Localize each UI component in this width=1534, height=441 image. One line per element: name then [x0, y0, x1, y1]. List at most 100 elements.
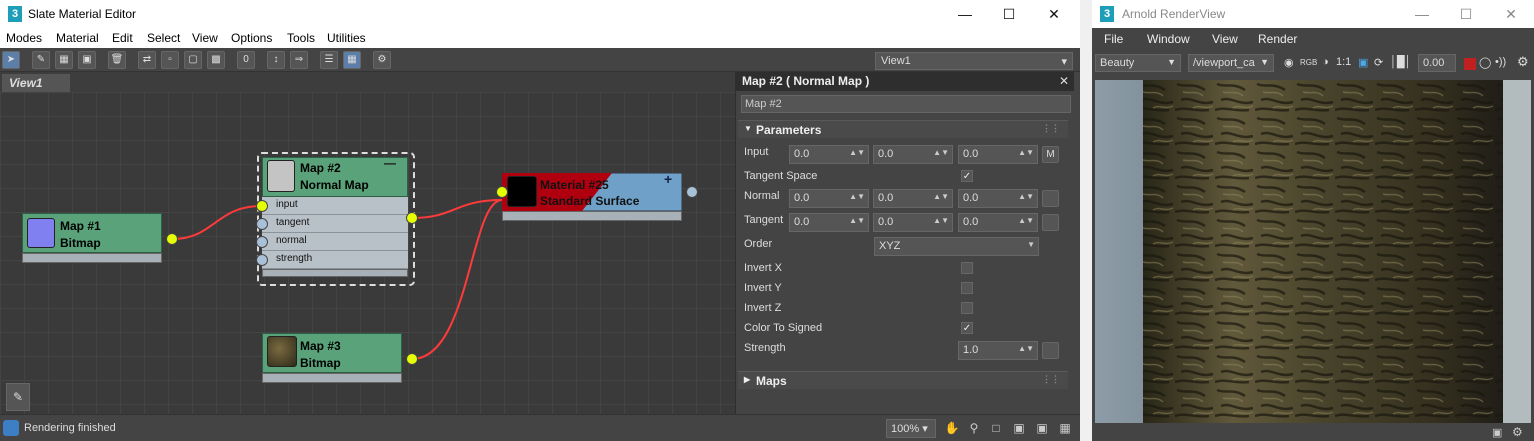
gear-icon[interactable]: ⚙: [1517, 54, 1529, 70]
close-icon[interactable]: ✕: [1046, 6, 1062, 22]
arnold-menu-render[interactable]: Render: [1258, 32, 1297, 46]
map2-input-port[interactable]: [256, 200, 268, 212]
maximize-icon[interactable]: ☐: [1458, 6, 1474, 22]
pan-hand-icon[interactable]: ✋: [944, 420, 960, 436]
settings-gear-icon[interactable]: ⚙: [1512, 425, 1523, 439]
zoom-magnifier-icon[interactable]: ⚲: [966, 420, 982, 436]
node-map3[interactable]: Map #3 Bitmap: [262, 333, 418, 385]
input-y-spinner[interactable]: 0.0 ▲▼: [873, 145, 953, 164]
assign-material-icon[interactable]: ▣: [78, 51, 96, 69]
normal-y-spinner[interactable]: 0.0 ▲▼: [873, 189, 953, 208]
aov-dropdown[interactable]: Beauty ▼: [1095, 54, 1181, 72]
pick-object-icon[interactable]: ⚙: [373, 51, 391, 69]
display-icon[interactable]: ◑: [1322, 56, 1329, 68]
zoom-region-icon[interactable]: □: [988, 420, 1004, 436]
input-z-spinner[interactable]: 0.0 ▲▼: [958, 145, 1038, 164]
node-map1[interactable]: Map #1 Bitmap: [22, 213, 178, 265]
eyedropper-icon[interactable]: ✎: [32, 51, 50, 69]
render-settings-icon[interactable]: ◉: [1284, 56, 1294, 69]
camera-dropdown[interactable]: /viewport_ca ▼: [1188, 54, 1274, 72]
region-icon[interactable]: ▣: [1358, 56, 1368, 69]
node-material25[interactable]: Material #25 Standard Surface +: [496, 171, 698, 225]
menu-edit[interactable]: Edit: [112, 31, 133, 45]
render-icon[interactable]: ◯: [1479, 56, 1491, 69]
maximize-view-icon[interactable]: ▦: [1057, 420, 1073, 436]
collapse-icon[interactable]: —: [384, 156, 396, 170]
material-output-port[interactable]: [686, 186, 698, 198]
node-map2[interactable]: Map #2 Normal Map — input tangent normal…: [256, 156, 418, 282]
map1-output-port[interactable]: [166, 233, 178, 245]
material-input-port[interactable]: [496, 186, 508, 198]
ipr-icon[interactable]: •)): [1495, 56, 1506, 68]
strength-map-button[interactable]: [1042, 342, 1059, 359]
tangent-y-spinner[interactable]: 0.0 ▲▼: [873, 213, 953, 232]
exposure-slider-icon[interactable]: │█│: [1390, 56, 1412, 68]
zoom-dropdown[interactable]: 100% ▾: [886, 419, 936, 438]
select-arrow-icon[interactable]: ➤: [2, 51, 20, 69]
exposure-field[interactable]: 0.00: [1418, 54, 1456, 72]
close-icon[interactable]: ✕: [1503, 6, 1519, 22]
menu-options[interactable]: Options: [231, 31, 272, 45]
tab-view1[interactable]: View1: [2, 74, 70, 92]
map2-strength-port[interactable]: [256, 254, 268, 266]
arnold-menu-window[interactable]: Window: [1147, 32, 1190, 46]
node-view-canvas[interactable]: Map #1 Bitmap Map #2 Normal Map — input …: [0, 92, 735, 414]
refresh-icon[interactable]: ⟳: [1374, 56, 1383, 69]
background-icon[interactable]: ▩: [207, 51, 225, 69]
tangent-map-button[interactable]: [1042, 214, 1059, 231]
layout-all-icon[interactable]: ↕: [267, 51, 285, 69]
strength-spinner[interactable]: 1.0 ▲▼: [958, 341, 1038, 360]
rgb-channels-icon[interactable]: RGB: [1300, 58, 1317, 67]
tangent-space-checkbox[interactable]: ✓: [961, 170, 973, 182]
arnold-menu-file[interactable]: File: [1104, 32, 1123, 46]
layout-children-icon[interactable]: ⇒: [290, 51, 308, 69]
normal-z-spinner[interactable]: 0.0 ▲▼: [958, 189, 1038, 208]
invert-x-checkbox[interactable]: [961, 262, 973, 274]
zoom-selected-icon[interactable]: ▣: [1034, 420, 1050, 436]
maps-rollout[interactable]: ▶ Maps ⋮⋮: [738, 371, 1068, 389]
minimize-icon[interactable]: —: [1414, 6, 1430, 22]
hide-unused-icon[interactable]: ▫: [161, 51, 179, 69]
invert-z-checkbox[interactable]: [961, 302, 973, 314]
map-name-field[interactable]: Map #2: [741, 95, 1071, 113]
color-to-signed-checkbox[interactable]: ✓: [961, 322, 973, 334]
move-children-icon[interactable]: ⇄: [138, 51, 156, 69]
map3-output-port[interactable]: [406, 353, 418, 365]
material-id-icon[interactable]: 0: [237, 51, 255, 69]
menu-modes[interactable]: Modes: [6, 31, 42, 45]
snapshot-icon[interactable]: ▣: [1492, 426, 1502, 439]
menu-select[interactable]: Select: [147, 31, 180, 45]
view-dropdown[interactable]: View1 ▾: [875, 52, 1073, 70]
pan-navigator-icon[interactable]: ✎: [6, 383, 30, 411]
input-x-spinner[interactable]: 0.0 ▲▼: [789, 145, 869, 164]
menu-material[interactable]: Material: [56, 31, 99, 45]
stop-render-icon[interactable]: [1464, 58, 1476, 70]
minimize-icon[interactable]: —: [957, 6, 973, 22]
order-dropdown[interactable]: XYZ ▼: [874, 237, 1039, 256]
map2-tangent-port[interactable]: [256, 218, 268, 230]
ratio-label[interactable]: 1:1: [1336, 56, 1351, 68]
close-panel-icon[interactable]: ✕: [1059, 74, 1069, 88]
menu-tools[interactable]: Tools: [287, 31, 315, 45]
tangent-x-spinner[interactable]: 0.0 ▲▼: [789, 213, 869, 232]
menu-view[interactable]: View: [192, 31, 218, 45]
render-viewport[interactable]: [1095, 80, 1531, 423]
normal-x-spinner[interactable]: 0.0 ▲▼: [789, 189, 869, 208]
expand-icon[interactable]: +: [664, 171, 672, 187]
delete-icon[interactable]: 🗑: [108, 51, 126, 69]
arnold-menu-view[interactable]: View: [1212, 32, 1238, 46]
navigator-icon[interactable]: ▦: [343, 51, 361, 69]
tangent-z-spinner[interactable]: 0.0 ▲▼: [958, 213, 1038, 232]
map2-normal-port[interactable]: [256, 236, 268, 248]
zoom-extents-icon[interactable]: ▣: [1011, 420, 1027, 436]
menu-utilities[interactable]: Utilities: [327, 31, 366, 45]
show-map-icon[interactable]: ▢: [184, 51, 202, 69]
maximize-icon[interactable]: ☐: [1001, 6, 1017, 22]
normal-map-button[interactable]: [1042, 190, 1059, 207]
input-map-button[interactable]: M: [1042, 146, 1059, 163]
parameter-editor-icon[interactable]: ☰: [320, 51, 338, 69]
parameters-rollout[interactable]: ▼ Parameters ⋮⋮: [738, 120, 1068, 138]
invert-y-checkbox[interactable]: [961, 282, 973, 294]
map2-output-port[interactable]: [406, 212, 418, 224]
put-to-scene-icon[interactable]: ▦: [55, 51, 73, 69]
